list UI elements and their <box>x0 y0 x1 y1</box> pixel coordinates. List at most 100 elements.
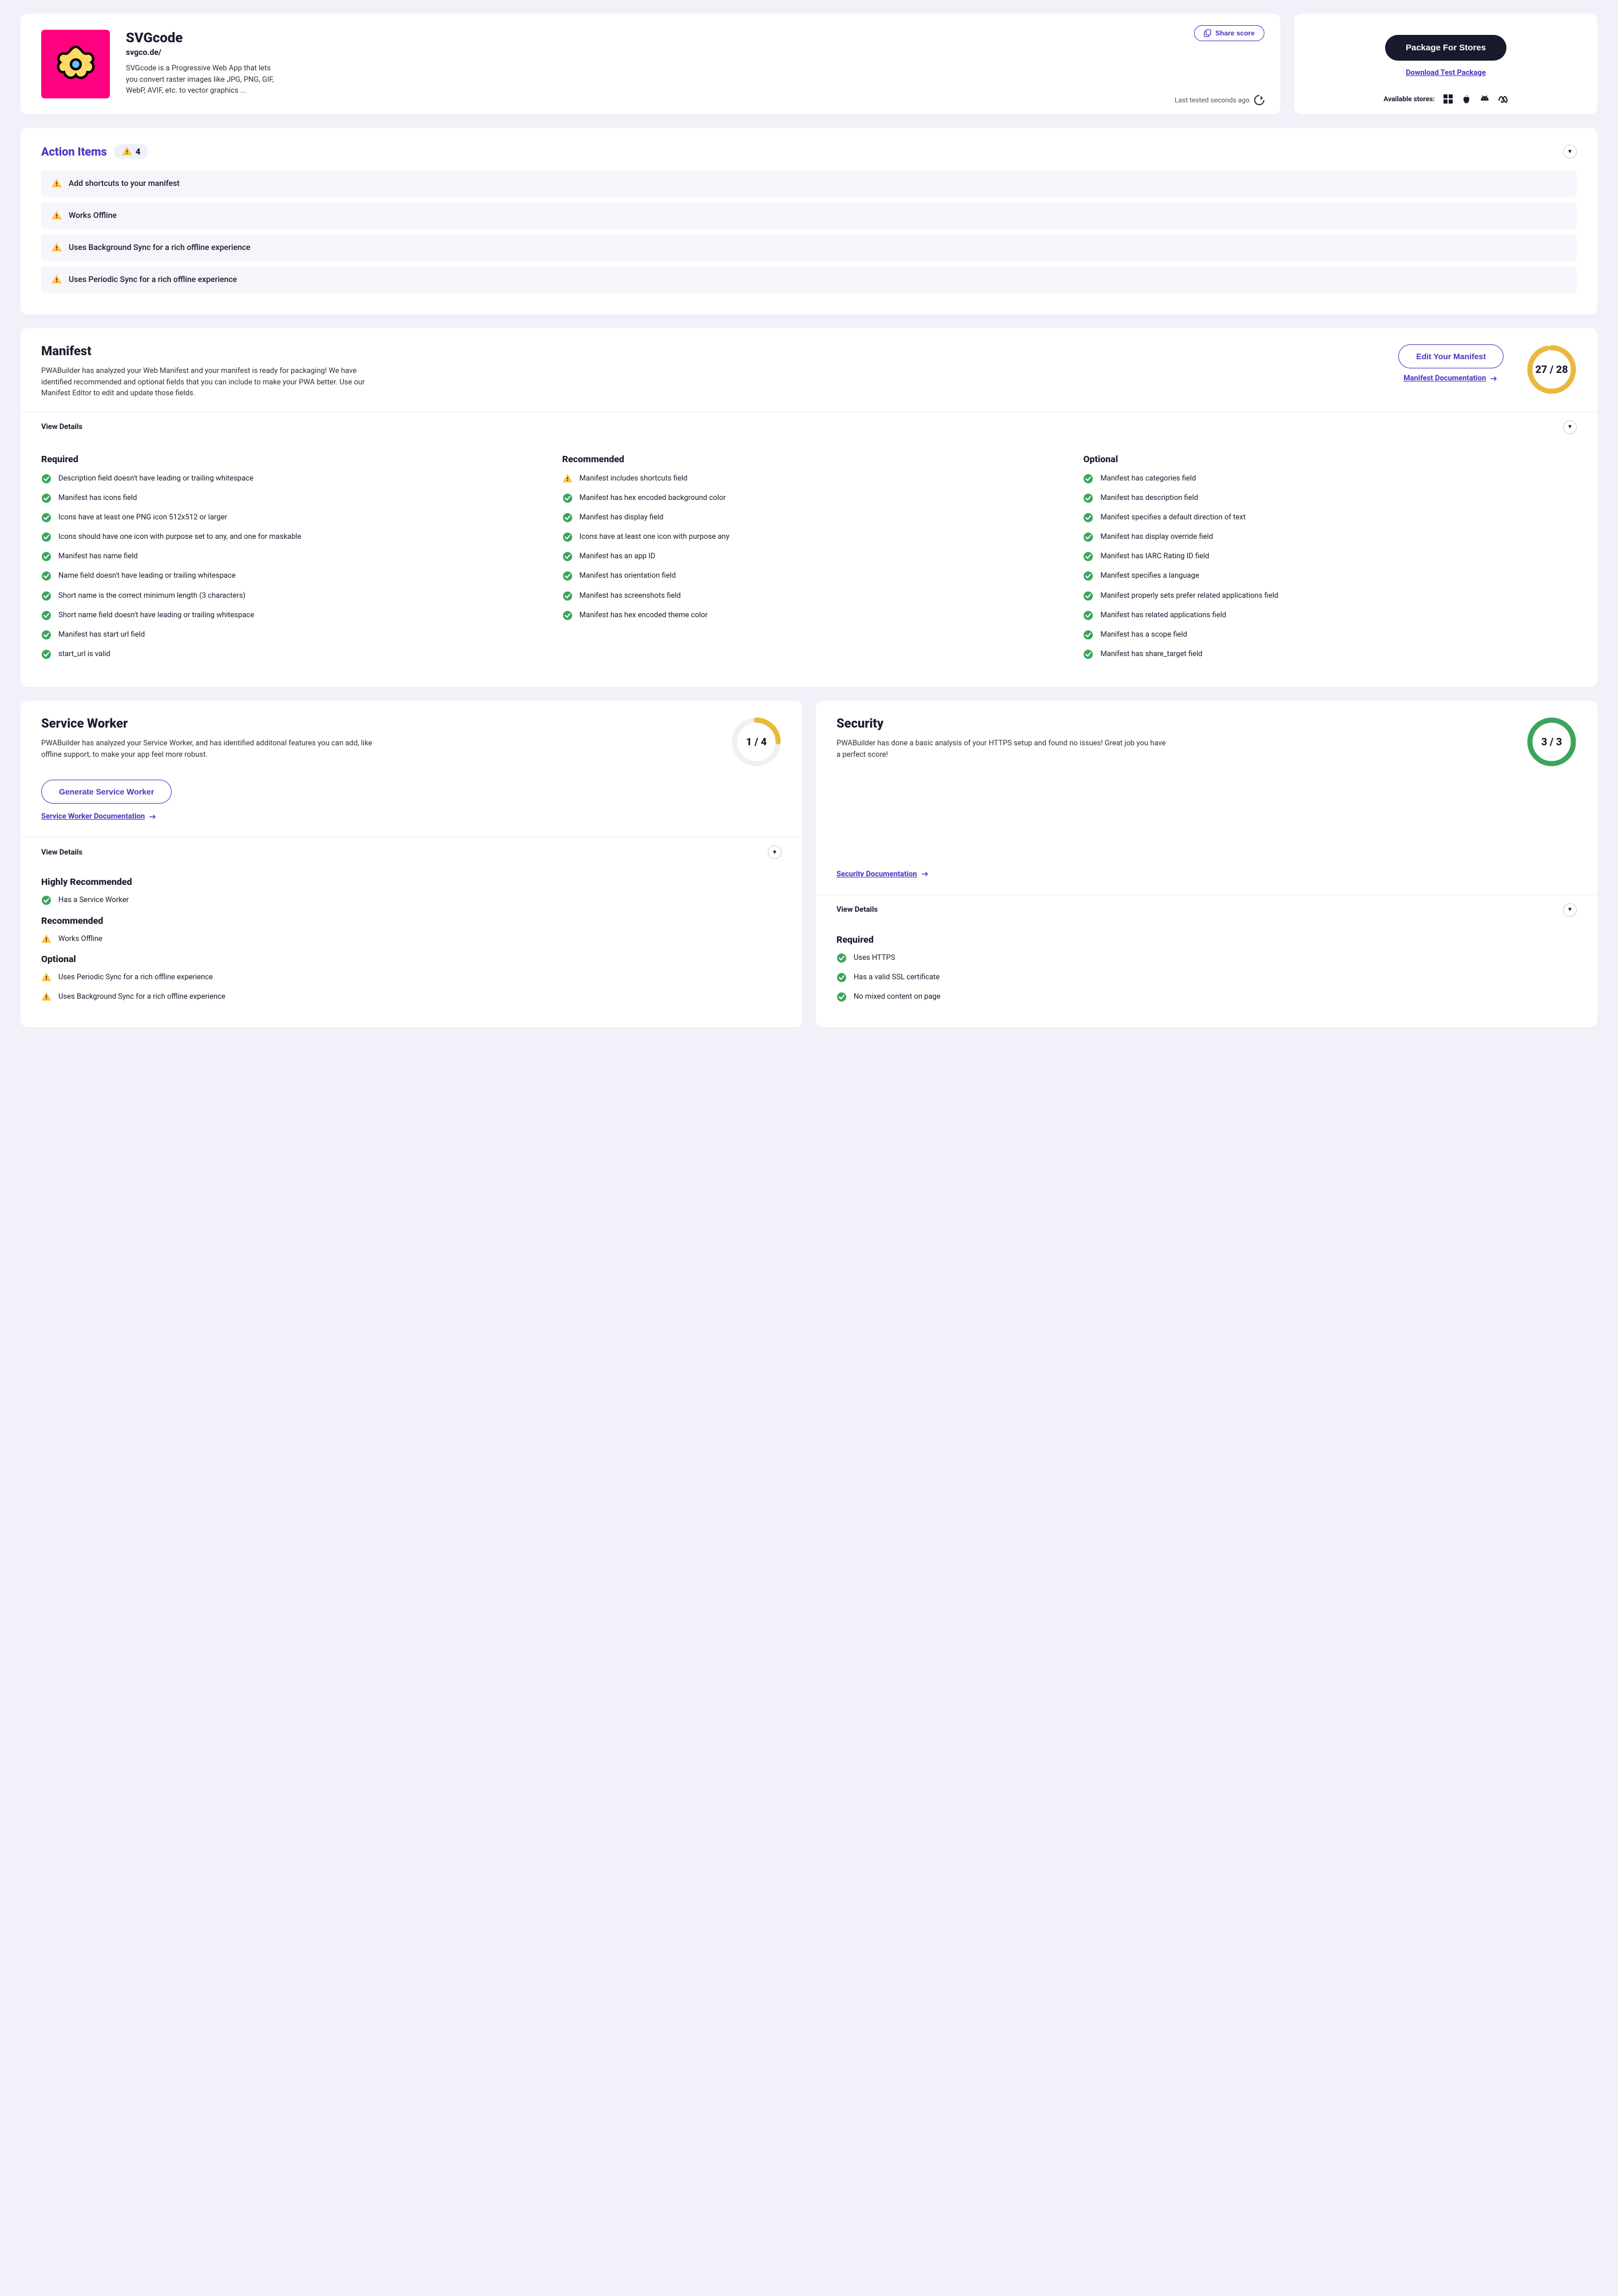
check-icon <box>41 532 51 542</box>
warning-icon <box>51 243 62 253</box>
check-icon <box>41 551 51 562</box>
security-view-details-label[interactable]: View Details <box>836 905 878 914</box>
check-icon <box>562 551 573 562</box>
security-card: Security PWABuilder has done a basic ana… <box>816 701 1597 1027</box>
check-item: No mixed content on page <box>836 992 1577 1002</box>
warning-icon <box>562 474 573 484</box>
check-icon <box>562 591 573 601</box>
check-item: Manifest specifies a default direction o… <box>1083 513 1577 523</box>
check-item: Icons have at least one icon with purpos… <box>562 532 1056 542</box>
check-icon <box>41 591 51 601</box>
check-item: Manifest has hex encoded background colo… <box>562 493 1056 503</box>
action-items-title: Action Items <box>41 145 107 158</box>
check-item: Icons should have one icon with purpose … <box>41 532 535 542</box>
check-item: Manifest has screenshots field <box>562 591 1056 601</box>
collapse-sw-button[interactable]: ▼ <box>768 845 782 859</box>
check-icon <box>41 474 51 484</box>
check-item: Description field doesn't have leading o… <box>41 474 535 484</box>
manifest-documentation-link[interactable]: Manifest Documentation <box>1403 374 1498 383</box>
subsection-title: Required <box>836 934 1577 945</box>
check-item: Manifest has a scope field <box>1083 630 1577 640</box>
optional-column-title: Optional <box>1083 454 1577 464</box>
check-icon <box>41 513 51 523</box>
action-item[interactable]: Add shortcuts to your manifest <box>41 170 1577 197</box>
check-icon <box>1083 571 1093 581</box>
download-test-package-link[interactable]: Download Test Package <box>1406 69 1486 77</box>
required-column-title: Required <box>41 454 535 464</box>
check-icon <box>41 493 51 503</box>
check-item: Manifest has related applications field <box>1083 610 1577 621</box>
manifest-card: Manifest PWABuilder has analyzed your We… <box>21 328 1597 687</box>
edit-manifest-button[interactable]: Edit Your Manifest <box>1398 344 1504 368</box>
security-title: Security <box>836 717 1513 731</box>
check-item: Manifest has icons field <box>41 493 535 503</box>
check-icon <box>41 571 51 581</box>
check-item: Manifest has display override field <box>1083 532 1577 542</box>
check-item: Manifest properly sets prefer related ap… <box>1083 591 1577 601</box>
check-icon <box>562 571 573 581</box>
check-icon <box>1083 649 1093 660</box>
apple-icon <box>1461 94 1472 104</box>
action-item[interactable]: Uses Periodic Sync for a rich offline ex… <box>41 267 1577 293</box>
service-worker-score-ring: 1 / 4 <box>731 717 782 767</box>
security-score-ring: 3 / 3 <box>1526 717 1577 767</box>
share-score-button[interactable]: Share score <box>1194 25 1264 41</box>
app-title: SVGcode <box>126 30 1260 46</box>
security-documentation-link[interactable]: Security Documentation <box>836 870 930 879</box>
check-item: Works Offline <box>41 934 782 944</box>
check-item: Short name is the correct minimum length… <box>41 591 535 601</box>
service-worker-documentation-link[interactable]: Service Worker Documentation <box>41 812 157 821</box>
refresh-button[interactable] <box>1252 93 1266 107</box>
arrow-right-icon <box>149 814 157 820</box>
package-card: Package For Stores Download Test Package… <box>1294 14 1597 114</box>
check-item: Icons have at least one PNG icon 512x512… <box>41 513 535 523</box>
check-item: Manifest has description field <box>1083 493 1577 503</box>
app-summary-card: SVGcode svgco.de/ SVGcode is a Progressi… <box>21 14 1280 114</box>
collapse-action-items-button[interactable]: ▼ <box>1563 145 1577 158</box>
arrow-right-icon <box>922 871 930 877</box>
action-item[interactable]: Uses Background Sync for a rich offline … <box>41 235 1577 261</box>
check-item: Manifest has an app ID <box>562 551 1056 562</box>
arrow-right-icon <box>1490 376 1498 382</box>
share-icon <box>1204 29 1212 37</box>
check-icon <box>836 992 847 1002</box>
check-icon <box>1083 551 1093 562</box>
generate-service-worker-button[interactable]: Generate Service Worker <box>41 780 172 804</box>
check-item: Manifest has share_target field <box>1083 649 1577 660</box>
check-icon <box>1083 591 1093 601</box>
manifest-description: PWABuilder has analyzed your Web Manifes… <box>41 366 373 399</box>
collapse-security-button[interactable]: ▼ <box>1563 903 1577 917</box>
check-item: Has a Service Worker <box>41 895 782 905</box>
check-item: Has a valid SSL certificate <box>836 972 1577 983</box>
check-icon <box>562 513 573 523</box>
recommended-column-title: Recommended <box>562 454 1056 464</box>
warning-icon <box>51 178 62 189</box>
check-icon <box>1083 532 1093 542</box>
package-for-stores-button[interactable]: Package For Stores <box>1385 35 1506 61</box>
windows-icon <box>1443 94 1453 104</box>
check-item: Manifest specifies a language <box>1083 571 1577 581</box>
service-worker-card: Service Worker PWABuilder has analyzed y… <box>21 701 802 1027</box>
manifest-view-details-label[interactable]: View Details <box>41 423 82 431</box>
check-item: Manifest has start url field <box>41 630 535 640</box>
check-item: Manifest includes shortcuts field <box>562 474 1056 484</box>
meta-icon <box>1498 94 1508 104</box>
sw-view-details-label[interactable]: View Details <box>41 848 82 857</box>
collapse-manifest-button[interactable]: ▼ <box>1563 420 1577 434</box>
check-icon <box>41 610 51 621</box>
action-items-card: Action Items 4 ▼ Add shortcuts to your m… <box>21 128 1597 315</box>
check-item: Manifest has hex encoded theme color <box>562 610 1056 621</box>
check-item: start_url is valid <box>41 649 535 660</box>
check-item: Manifest has name field <box>41 551 535 562</box>
check-icon <box>1083 513 1093 523</box>
action-items-count-badge: 4 <box>114 144 149 159</box>
check-icon <box>562 493 573 503</box>
check-icon <box>1083 474 1093 484</box>
app-icon <box>41 30 110 98</box>
check-item: Manifest has IARC Rating ID field <box>1083 551 1577 562</box>
warning-icon <box>51 275 62 285</box>
check-icon <box>562 610 573 621</box>
check-icon <box>836 972 847 983</box>
action-item[interactable]: Works Offline <box>41 202 1577 229</box>
check-item: Short name field doesn't have leading or… <box>41 610 535 621</box>
